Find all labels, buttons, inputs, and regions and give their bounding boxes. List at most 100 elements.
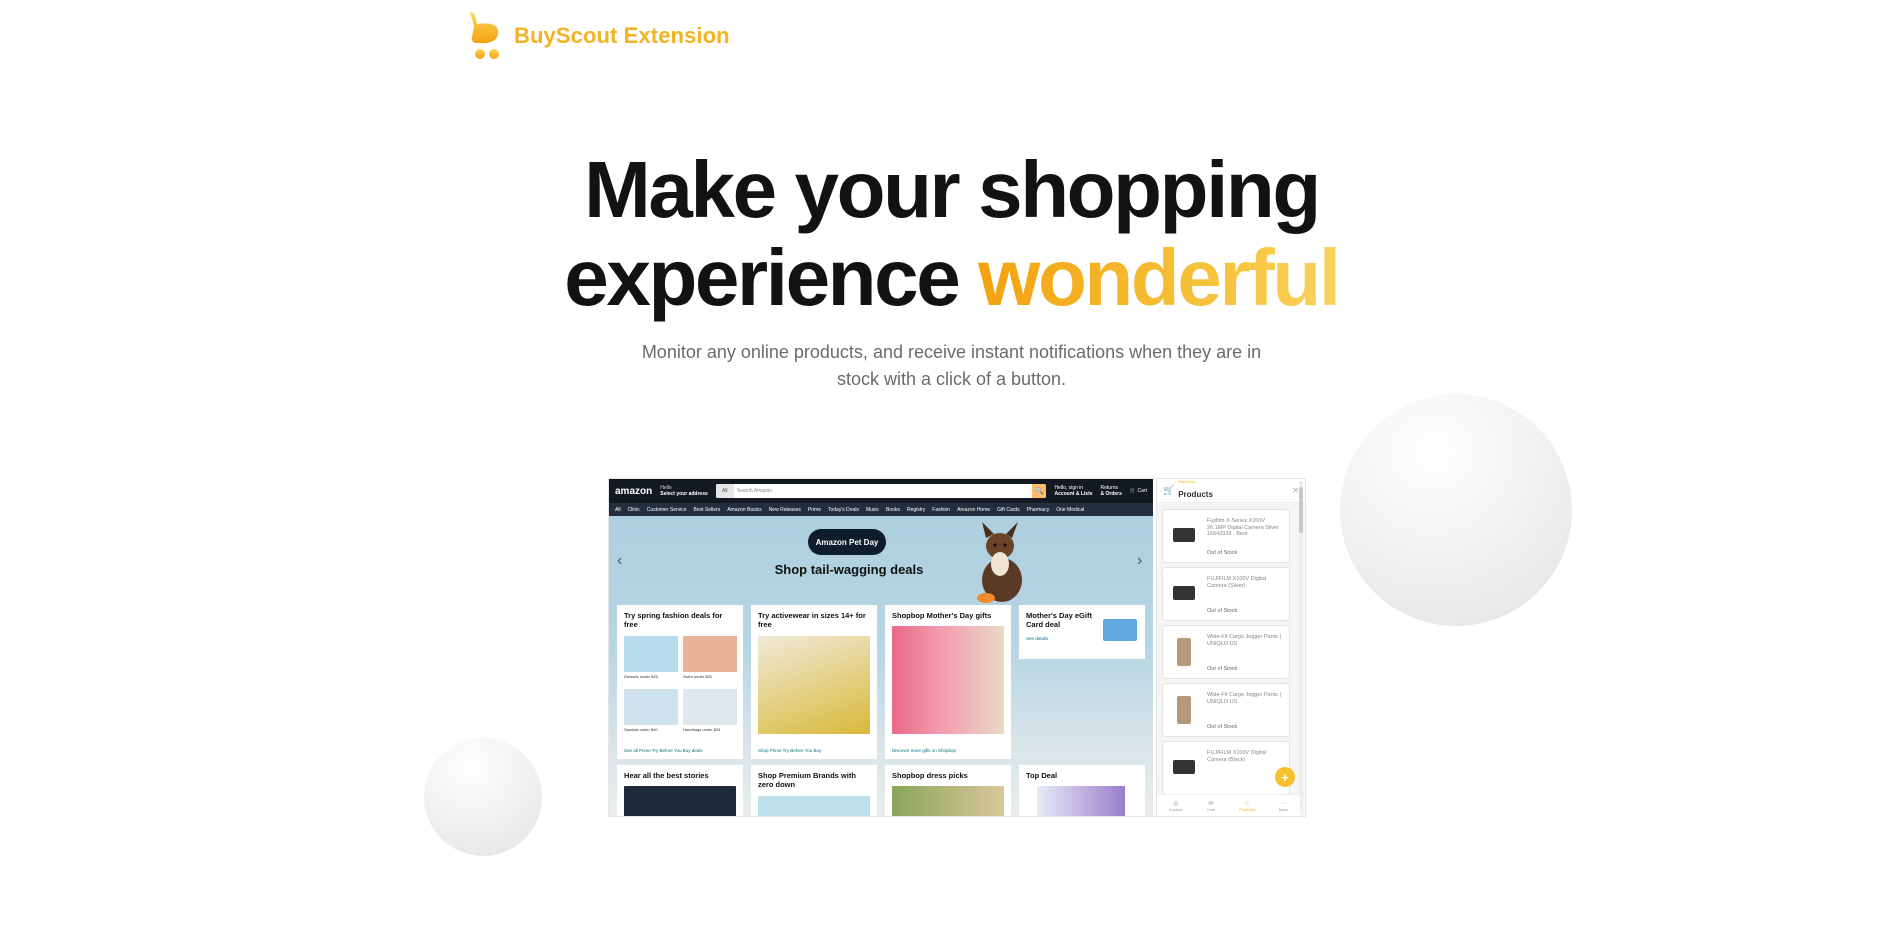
hero-subtitle-line1: Monitor any online products, and receive…	[641, 342, 1262, 362]
dog-image	[977, 522, 1022, 603]
tab-label: More	[1278, 806, 1288, 812]
caption: Dresses under $35	[624, 674, 658, 679]
card-title: Shopbop dress picks	[892, 771, 968, 780]
add-product-button[interactable]: +	[1275, 767, 1295, 787]
card-link[interactable]: Discover more gifts on Shopbop	[892, 748, 956, 753]
scrollbar[interactable]	[1299, 481, 1303, 813]
card-activewear[interactable]: Try activewear in sizes 14+ for free Sho…	[751, 605, 877, 759]
stock-status: Out of Stock	[1207, 550, 1238, 556]
hero-subtitle: Monitor any online products, and receive…	[0, 339, 1903, 393]
thumb-activewear	[758, 636, 870, 734]
tab-explore[interactable]: ◎ Explore	[1169, 800, 1183, 812]
amazon-nav-item[interactable]: Today's Deals	[828, 507, 859, 513]
amazon-nav-item[interactable]: Music	[866, 507, 879, 513]
thumb-dresses-picks	[892, 786, 1004, 816]
amazon-nav-item[interactable]: One Medical	[1056, 507, 1084, 513]
amazon-nav-item[interactable]: Customer Service	[647, 507, 687, 513]
product-thumbnail	[1177, 696, 1191, 724]
tab-products[interactable]: ☆ Products	[1239, 800, 1255, 812]
card-title: Try spring fashion deals for free	[624, 611, 723, 629]
search-category: All	[715, 484, 734, 498]
deliver-to: Hello Select your address	[660, 485, 708, 497]
amazon-nav-item[interactable]: Pharmacy	[1027, 507, 1050, 513]
stock-status: Out of Stock	[1207, 724, 1238, 730]
tab-icon: ✉	[1208, 800, 1214, 807]
amazon-page: amazon Hello Select your address All Sea…	[609, 479, 1153, 816]
carousel-next-icon: ›	[1137, 552, 1143, 569]
stock-status: Out of Stock	[1207, 666, 1238, 672]
product-thumbnail	[1173, 528, 1195, 542]
product-name: Wide-Fit Cargo Jogger Pants | UNIQLO US	[1207, 692, 1281, 705]
returns-orders: Returns & Orders	[1101, 485, 1122, 497]
cart-logo-icon: 🛒	[1163, 485, 1175, 495]
card-top-deal[interactable]: Top Deal	[1019, 765, 1145, 816]
cart-text: Cart	[1137, 488, 1147, 494]
amazon-nav-item[interactable]: Best Sellers	[694, 507, 721, 513]
card-spring-fashion[interactable]: Try spring fashion deals for free Dresse…	[617, 605, 743, 759]
product-card[interactable]: Fujifilm X-Series X100V 26.1MP Digital C…	[1162, 509, 1290, 563]
card-link[interactable]: Shop Prime Try Before You Buy	[758, 748, 821, 753]
card-shopbop-gifts[interactable]: Shopbop Mother's Day gifts Discover more…	[885, 605, 1011, 759]
product-name: Fujifilm X-Series X100V 26.1MP Digital C…	[1207, 518, 1280, 537]
amazon-nav-item[interactable]: Amazon Basics	[727, 507, 761, 513]
product-name: Wide-Fit Cargo Jogger Pants | UNIQLO US	[1207, 634, 1281, 647]
amazon-nav-item[interactable]: Books	[886, 507, 900, 513]
card-premium-brands[interactable]: Shop Premium Brands with zero down	[751, 765, 877, 816]
hero-subtitle-line2: stock with a click of a button.	[836, 369, 1067, 389]
amazon-nav: All Clinic Customer Service Best Sellers Ama…	[609, 503, 1153, 516]
caption: Sandals under $40	[624, 727, 658, 732]
product-card[interactable]: FUJIFILM X100V Digital Camera (Silver) Ou…	[1162, 567, 1290, 621]
tab-label: Explore	[1169, 806, 1183, 812]
thumb-stories	[624, 786, 736, 816]
extension-tabs: ◎ Explore ✉ Chat ☆ Products ⋯ More	[1157, 794, 1300, 816]
thumb-dresses	[624, 636, 678, 672]
amazon-nav-item[interactable]: Fashion	[932, 507, 950, 513]
product-name: FUJIFILM X100V Digital Camera (Silver)	[1207, 576, 1266, 589]
tab-label: Chat	[1206, 806, 1216, 812]
card-link[interactable]: See all Prime Try Before You Buy deals	[624, 748, 703, 753]
card-title: Try activewear in sizes 14+ for free	[758, 611, 866, 629]
amazon-nav-item[interactable]: Registry	[907, 507, 925, 513]
amazon-search[interactable]: All Search Amazon 🔍	[715, 484, 1047, 498]
extension-header: 🛒 BuyScout Products ✕	[1157, 479, 1305, 503]
product-screenshot: amazon Hello Select your address All Sea…	[609, 479, 1305, 816]
amazon-nav-item[interactable]: Prime	[808, 507, 821, 513]
card-egift[interactable]: Mother's Day eGift Card deal See details	[1019, 605, 1145, 659]
card-title: Hear all the best stories	[624, 771, 709, 780]
tab-chat[interactable]: ✉ Chat	[1207, 800, 1215, 812]
card-dress-picks[interactable]: Shopbop dress picks	[885, 765, 1011, 816]
thumb-premium	[758, 796, 870, 816]
product-thumbnail	[1173, 586, 1195, 600]
caption: Swim under $30	[683, 674, 712, 679]
tab-more[interactable]: ⋯ More	[1279, 800, 1288, 812]
hero-title-line2: experience	[564, 233, 979, 322]
card-title: Mother's Day eGift Card deal	[1026, 611, 1092, 629]
product-card[interactable]: FUJIFILM X100V Digital Camera (Black)	[1162, 741, 1290, 795]
tab-icon: ⋯	[1280, 800, 1287, 807]
thumb-gift-card	[1103, 619, 1137, 641]
amazon-nav-item[interactable]: New Releases	[769, 507, 801, 513]
card-title: Top Deal	[1026, 771, 1058, 780]
amazon-nav-item[interactable]: Gift Cards	[997, 507, 1020, 513]
amazon-nav-item[interactable]: Clinic	[628, 507, 640, 513]
extension-brand: BuyScout	[1178, 479, 1196, 484]
account-line2: Account & Lists	[1054, 491, 1093, 497]
card-stories[interactable]: Hear all the best stories	[617, 765, 743, 816]
product-name: FUJIFILM X100V Digital Camera (Black)	[1207, 750, 1266, 763]
close-icon[interactable]: ✕	[1292, 486, 1299, 495]
amazon-nav-item[interactable]: All	[615, 507, 621, 513]
pet-day-headline: Shop tail-wagging deals	[774, 562, 924, 577]
card-title: Shopbop Mother's Day gifts	[892, 611, 992, 620]
hero-title: Make your shopping experience wonderful	[0, 146, 1903, 322]
brand[interactable]: BuyScout Extension	[466, 10, 730, 62]
card-link[interactable]: See details	[1026, 636, 1048, 641]
amazon-nav-item[interactable]: Amazon Home	[957, 507, 990, 513]
product-card[interactable]: Wide-Fit Cargo Jogger Pants | UNIQLO US O…	[1162, 683, 1290, 737]
product-thumbnail	[1173, 760, 1195, 774]
search-icon: 🔍	[1032, 484, 1047, 498]
product-card[interactable]: Wide-Fit Cargo Jogger Pants | UNIQLO US O…	[1162, 625, 1290, 679]
tab-icon: ☆	[1244, 800, 1250, 807]
card-title: Shop Premium Brands with zero down	[758, 771, 856, 789]
amazon-logo: amazon	[615, 485, 653, 497]
carousel-prev-icon: ‹	[617, 552, 623, 569]
